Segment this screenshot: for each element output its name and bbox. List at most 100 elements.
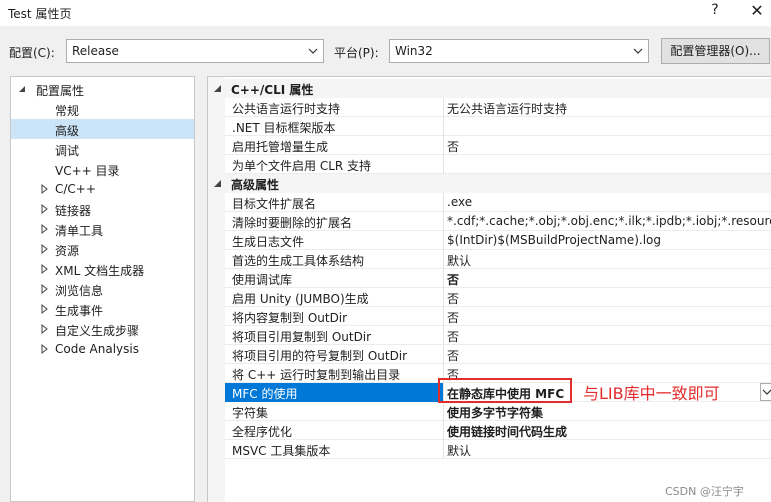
property-value[interactable]: .exe	[445, 193, 771, 212]
title-bar: Test 属性页 ? ✕	[0, 0, 771, 26]
property-name: 首选的生成工具体系结构	[225, 250, 444, 269]
tree-item-label: 常规	[55, 104, 80, 118]
close-button[interactable]: ✕	[746, 1, 768, 23]
property-value[interactable]: 否	[445, 269, 771, 288]
property-value[interactable]: *.cdf;*.cache;*.obj;*.obj.enc;*.ilk;*.ip…	[445, 212, 771, 231]
property-row[interactable]: 将项目引用的符号复制到 OutDir 否	[225, 345, 771, 364]
property-row[interactable]: 将内容复制到 OutDir 否	[225, 307, 771, 326]
collapsed-triangle-icon[interactable]	[40, 324, 48, 334]
property-row[interactable]: 启用托管增量生成 否	[225, 136, 771, 155]
property-row[interactable]: 目标文件扩展名 .exe	[225, 193, 771, 212]
category-label: C++/CLI 属性	[231, 83, 314, 97]
property-row[interactable]: 字符集 使用多字节字符集	[225, 402, 771, 421]
tree-item-label: C/C++	[55, 182, 96, 196]
expanded-triangle-icon[interactable]	[213, 179, 222, 188]
collapsed-triangle-icon[interactable]	[40, 184, 48, 194]
property-name: 字符集	[225, 402, 444, 421]
property-value[interactable]: 默认	[445, 440, 771, 459]
tree-item-browse-info[interactable]: 浏览信息	[11, 279, 194, 299]
property-value[interactable]: $(IntDir)$(MSBuildProjectName).log	[445, 231, 771, 250]
property-value[interactable]: 否	[445, 307, 771, 326]
tree-item-code-analysis[interactable]: Code Analysis	[11, 339, 194, 359]
tree-item-debugging[interactable]: 调试	[11, 139, 194, 159]
chevron-down-icon	[308, 48, 318, 54]
help-button[interactable]: ?	[706, 2, 724, 22]
platform-value: Win32	[395, 44, 433, 58]
property-name: 将项目引用的符号复制到 OutDir	[225, 345, 444, 364]
collapsed-triangle-icon[interactable]	[40, 284, 48, 294]
property-value[interactable]: 否	[445, 326, 771, 345]
property-name: 全程序优化	[225, 421, 444, 440]
property-value[interactable]: 否	[445, 136, 771, 155]
tree-item-label: 链接器	[55, 204, 92, 218]
property-row[interactable]: 使用调试库 否	[225, 269, 771, 288]
property-grid: C++/CLI 属性 公共语言运行时支持 无公共语言运行时支持 .NET 目标框…	[207, 76, 771, 502]
property-name: 将项目引用复制到 OutDir	[225, 326, 444, 345]
property-name: MSVC 工具集版本	[225, 440, 444, 459]
property-row[interactable]: 首选的生成工具体系结构 默认	[225, 250, 771, 269]
property-value[interactable]	[445, 117, 771, 136]
collapsed-triangle-icon[interactable]	[40, 224, 48, 234]
config-dropdown[interactable]: Release	[66, 39, 324, 63]
collapsed-triangle-icon[interactable]	[40, 344, 48, 354]
tree-item-build-events[interactable]: 生成事件	[11, 299, 194, 319]
property-row[interactable]: 为单个文件启用 CLR 支持	[225, 155, 771, 174]
tree-item-resources[interactable]: 资源	[11, 239, 194, 259]
property-row[interactable]: 启用 Unity (JUMBO)生成 否	[225, 288, 771, 307]
tree-item-linker[interactable]: 链接器	[11, 199, 194, 219]
collapsed-triangle-icon[interactable]	[40, 204, 48, 214]
expanded-triangle-icon[interactable]	[213, 84, 222, 93]
config-manager-button[interactable]: 配置管理器(O)...	[661, 38, 770, 64]
expanded-triangle-icon[interactable]	[18, 84, 26, 94]
property-value[interactable]: 否	[445, 345, 771, 364]
property-value[interactable]: 默认	[445, 250, 771, 269]
property-row[interactable]: 公共语言运行时支持 无公共语言运行时支持	[225, 98, 771, 117]
property-row[interactable]: 将项目引用复制到 OutDir 否	[225, 326, 771, 345]
config-label: 配置(C):	[9, 46, 55, 60]
property-row[interactable]: MSVC 工具集版本 默认	[225, 440, 771, 459]
tree-item-label: 高级	[55, 124, 80, 138]
tree-item-label: 配置属性	[36, 84, 85, 98]
tree-item-xml-doc-generator[interactable]: XML 文档生成器	[11, 259, 194, 279]
tree-item-manifest-tool[interactable]: 清单工具	[11, 219, 194, 239]
collapsed-triangle-icon[interactable]	[40, 304, 48, 314]
platform-dropdown[interactable]: Win32	[389, 39, 649, 63]
property-row[interactable]: 生成日志文件 $(IntDir)$(MSBuildProjectName).lo…	[225, 231, 771, 250]
category-cpp-cli[interactable]: C++/CLI 属性	[208, 79, 771, 98]
tree-item-general[interactable]: 常规	[11, 99, 194, 119]
tree-item-config-properties[interactable]: 配置属性	[11, 79, 194, 99]
tree-item-label: Code Analysis	[55, 342, 139, 356]
tree-item-custom-build-step[interactable]: 自定义生成步骤	[11, 319, 194, 339]
property-name: 启用 Unity (JUMBO)生成	[225, 288, 444, 307]
tree-item-cpp[interactable]: C/C++	[11, 179, 194, 199]
grid-gutter	[208, 77, 225, 502]
collapsed-triangle-icon[interactable]	[40, 244, 48, 254]
property-name: 启用托管增量生成	[225, 136, 444, 155]
watermark: CSDN @汪宁宇	[665, 485, 744, 498]
property-value[interactable]: 使用链接时间代码生成	[445, 421, 771, 440]
tree-item-vc-directories[interactable]: VC++ 目录	[11, 159, 194, 179]
property-row[interactable]: .NET 目标框架版本	[225, 117, 771, 136]
property-name: 清除时要删除的扩展名	[225, 212, 444, 231]
property-value[interactable]	[445, 155, 771, 174]
collapsed-triangle-icon[interactable]	[40, 264, 48, 274]
config-value: Release	[72, 44, 119, 58]
tree-item-advanced[interactable]: 高级	[11, 119, 194, 139]
property-value[interactable]: 否	[445, 288, 771, 307]
tree-item-label: 资源	[55, 244, 80, 258]
tree-item-label: 自定义生成步骤	[55, 324, 140, 338]
platform-label: 平台(P):	[334, 46, 379, 60]
property-value[interactable]: 无公共语言运行时支持	[445, 98, 771, 117]
tree-item-label: 调试	[55, 144, 80, 158]
property-row[interactable]: 清除时要删除的扩展名 *.cdf;*.cache;*.obj;*.obj.enc…	[225, 212, 771, 231]
category-advanced[interactable]: 高级属性	[208, 174, 771, 193]
property-tree: 配置属性 常规 高级 调试 VC++ 目录 C/C++ 链接器 清单工具 资源 …	[10, 76, 195, 502]
property-name: 公共语言运行时支持	[225, 98, 444, 117]
property-name: 使用调试库	[225, 269, 444, 288]
annotation-text: 与LIB库中一致即可	[583, 384, 720, 403]
property-value[interactable]: 使用多字节字符集	[445, 402, 771, 421]
property-name: 目标文件扩展名	[225, 193, 444, 212]
tree-item-label: 浏览信息	[55, 284, 104, 298]
mfc-usage-dropdown[interactable]	[760, 383, 771, 401]
property-row[interactable]: 全程序优化 使用链接时间代码生成	[225, 421, 771, 440]
